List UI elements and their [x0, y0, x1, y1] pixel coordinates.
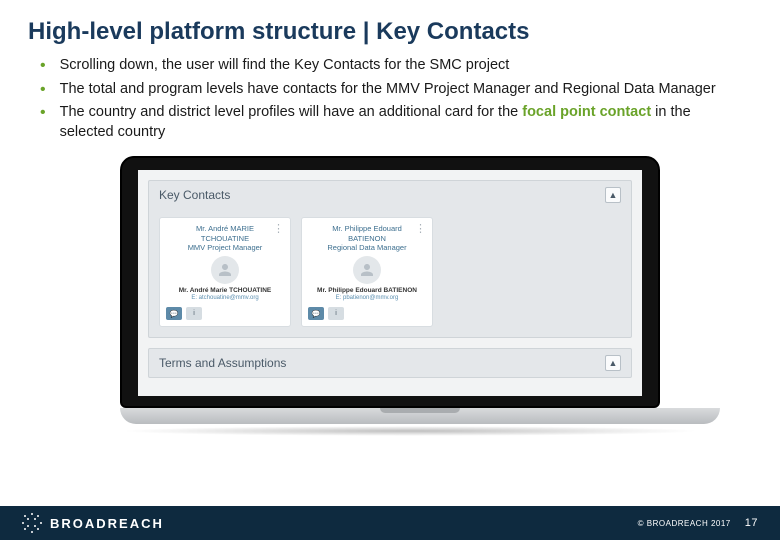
contact-title: Mr. André MARIE TCHOUATINE MMV Project M… — [166, 224, 284, 252]
laptop-notch — [380, 408, 460, 413]
chat-button[interactable]: 💬 — [308, 307, 324, 320]
contact-card[interactable]: ⋮ Mr. Philippe Edouard BATIENON Regional… — [301, 217, 433, 327]
bullet-dot-icon: • — [40, 103, 46, 122]
bullet-text: The country and district level profiles … — [60, 103, 740, 142]
page-number: 17 — [745, 517, 758, 529]
laptop-mockup: Key Contacts ▲ ⋮ Mr. André MARIE TCHOUAT… — [0, 156, 780, 436]
info-icon: i — [193, 310, 195, 317]
bullet-item: • The total and program levels have cont… — [40, 80, 740, 100]
contact-name: Mr. Philippe Edouard BATIENON — [308, 287, 426, 294]
laptop-base — [120, 408, 720, 424]
contact-role: MMV Project Manager — [166, 243, 284, 252]
contact-email: E: atchouatine@mmv.org — [166, 295, 284, 301]
contact-title-line: Mr. André MARIE — [166, 224, 284, 233]
bullet-list: • Scrolling down, the user will find the… — [0, 56, 780, 142]
panel-header: Key Contacts ▲ — [149, 181, 631, 209]
bullet-dot-icon: • — [40, 80, 46, 99]
bullet-item: • Scrolling down, the user will find the… — [40, 56, 740, 76]
bullet-text: Scrolling down, the user will find the K… — [60, 56, 510, 76]
app-screenshot: Key Contacts ▲ ⋮ Mr. André MARIE TCHOUAT… — [138, 170, 642, 396]
contact-cards-row: ⋮ Mr. André MARIE TCHOUATINE MMV Project… — [149, 209, 631, 337]
card-actions: 💬 i — [308, 307, 426, 320]
panel-title: Key Contacts — [159, 188, 230, 202]
bullet-item: • The country and district level profile… — [40, 103, 740, 142]
info-button[interactable]: i — [328, 307, 344, 320]
brand: BROADREACH — [22, 513, 164, 533]
chevron-up-icon: ▲ — [609, 358, 618, 368]
laptop-shadow — [120, 426, 700, 436]
panel-header: Terms and Assumptions ▲ — [149, 349, 631, 377]
slide: High-level platform structure | Key Cont… — [0, 0, 780, 540]
bullet-text: The total and program levels have contac… — [60, 80, 716, 100]
avatar-icon — [211, 256, 239, 284]
bullet-pre: The country and district level profiles … — [60, 104, 523, 120]
chat-icon: 💬 — [312, 310, 321, 318]
card-menu-icon[interactable]: ⋮ — [415, 222, 426, 235]
laptop-screen-bezel: Key Contacts ▲ ⋮ Mr. André MARIE TCHOUAT… — [120, 156, 660, 408]
info-icon: i — [335, 310, 337, 317]
chevron-up-icon: ▲ — [609, 190, 618, 200]
contact-card[interactable]: ⋮ Mr. André MARIE TCHOUATINE MMV Project… — [159, 217, 291, 327]
contact-email: E: pbatienon@mmv.org — [308, 295, 426, 301]
avatar-icon — [353, 256, 381, 284]
key-contacts-panel: Key Contacts ▲ ⋮ Mr. André MARIE TCHOUAT… — [148, 180, 632, 338]
chat-icon: 💬 — [170, 310, 179, 318]
focal-point-emphasis: focal point contact — [522, 104, 651, 120]
info-button[interactable]: i — [186, 307, 202, 320]
panel-title: Terms and Assumptions — [159, 356, 286, 370]
footer-bar: BROADREACH © BROADREACH 2017 17 — [0, 506, 780, 540]
chat-button[interactable]: 💬 — [166, 307, 182, 320]
brand-logo-icon — [22, 513, 42, 533]
terms-panel: Terms and Assumptions ▲ — [148, 348, 632, 378]
contact-role: Regional Data Manager — [308, 243, 426, 252]
card-menu-icon[interactable]: ⋮ — [273, 222, 284, 235]
collapse-button[interactable]: ▲ — [605, 355, 621, 371]
collapse-button[interactable]: ▲ — [605, 187, 621, 203]
contact-title-line: TCHOUATINE — [166, 234, 284, 243]
contact-title-line: Mr. Philippe Edouard — [308, 224, 426, 233]
slide-title: High-level platform structure | Key Cont… — [0, 0, 780, 56]
contact-name: Mr. André Marie TCHOUATINE — [166, 287, 284, 294]
copyright: © BROADREACH 2017 — [638, 519, 731, 528]
bullet-dot-icon: • — [40, 56, 46, 75]
contact-title-line: BATIENON — [308, 234, 426, 243]
brand-name: BROADREACH — [50, 516, 164, 531]
card-actions: 💬 i — [166, 307, 284, 320]
footer-right: © BROADREACH 2017 17 — [638, 517, 758, 529]
contact-title: Mr. Philippe Edouard BATIENON Regional D… — [308, 224, 426, 252]
